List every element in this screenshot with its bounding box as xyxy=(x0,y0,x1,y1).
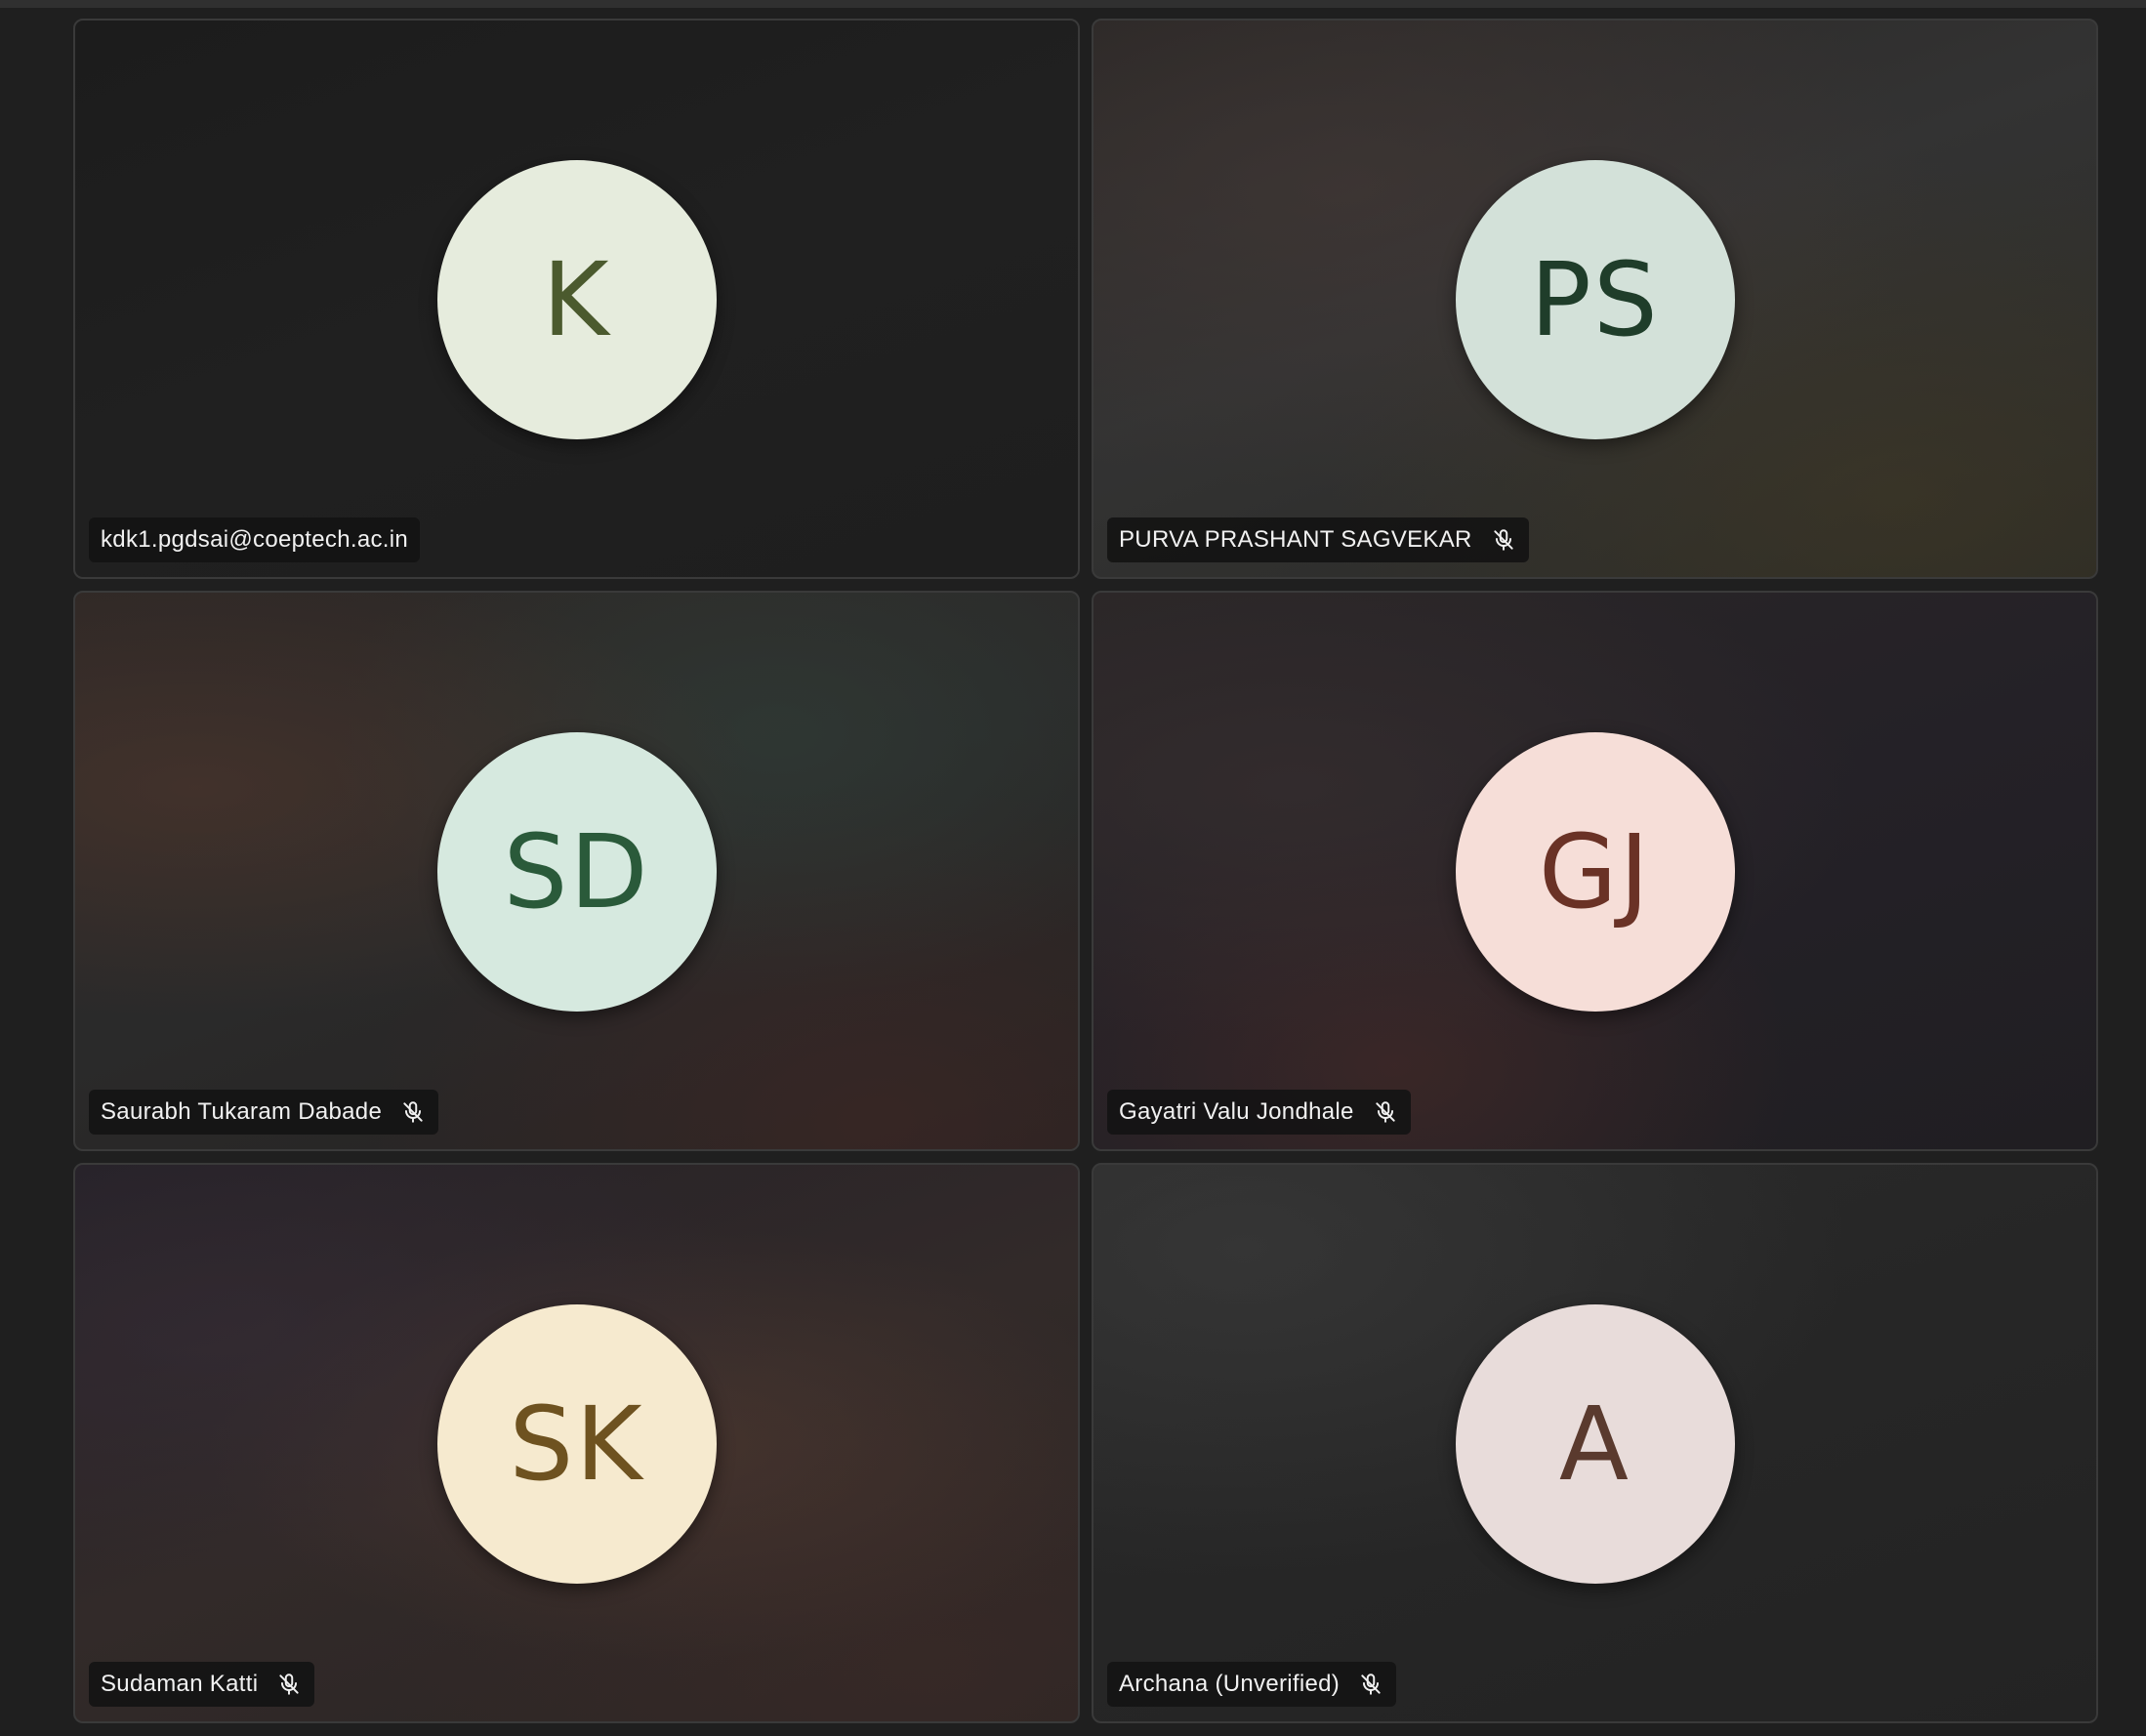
participant-nameplate: Gayatri Valu Jondhale xyxy=(1107,1090,1411,1135)
avatar: A xyxy=(1455,1304,1735,1584)
avatar-initials: GJ xyxy=(1538,812,1652,931)
participant-tile[interactable]: GJ Gayatri Valu Jondhale xyxy=(1092,591,2098,1151)
avatar: PS xyxy=(1455,160,1735,439)
participant-tile[interactable]: K kdk1.pgdsai@coeptech.ac.in xyxy=(73,19,1080,579)
participant-tile[interactable]: PS PURVA PRASHANT SAGVEKAR xyxy=(1092,19,2098,579)
participant-nameplate: Saurabh Tukaram Dabade xyxy=(89,1090,439,1135)
mic-off-icon xyxy=(1372,1098,1399,1126)
avatar-initials: PS xyxy=(1530,240,1660,359)
participant-name: kdk1.pgdsai@coeptech.ac.in xyxy=(101,526,409,553)
participant-tile[interactable]: A Archana (Unverified) xyxy=(1092,1163,2098,1723)
participant-name: Saurabh Tukaram Dabade xyxy=(101,1098,383,1125)
avatar: SK xyxy=(436,1304,717,1584)
mic-off-icon xyxy=(275,1671,303,1698)
avatar-initials: A xyxy=(1558,1385,1631,1504)
participant-tile[interactable]: SD Saurabh Tukaram Dabade xyxy=(73,591,1080,1151)
participant-grid: K kdk1.pgdsai@coeptech.ac.in PS PURVA PR… xyxy=(73,19,2098,1723)
mic-off-icon xyxy=(399,1098,427,1126)
avatar: SD xyxy=(436,732,717,1012)
participant-nameplate: PURVA PRASHANT SAGVEKAR xyxy=(1107,517,1529,562)
participant-nameplate: kdk1.pgdsai@coeptech.ac.in xyxy=(89,517,421,562)
avatar: GJ xyxy=(1455,732,1735,1012)
avatar-initials: SK xyxy=(509,1385,644,1504)
mic-off-icon xyxy=(1357,1671,1384,1698)
avatar-initials: SD xyxy=(503,812,650,931)
participant-nameplate: Archana (Unverified) xyxy=(1107,1662,1397,1707)
top-bar xyxy=(0,0,2146,8)
participant-name: Archana (Unverified) xyxy=(1119,1671,1341,1697)
participant-nameplate: Sudaman Katti xyxy=(89,1662,315,1707)
avatar: K xyxy=(436,160,717,439)
participant-name: PURVA PRASHANT SAGVEKAR xyxy=(1119,526,1472,553)
participant-name: Sudaman Katti xyxy=(101,1671,259,1697)
mic-off-icon xyxy=(1490,526,1517,554)
participant-tile[interactable]: SK Sudaman Katti xyxy=(73,1163,1080,1723)
avatar-initials: K xyxy=(542,240,611,359)
participant-name: Gayatri Valu Jondhale xyxy=(1119,1098,1354,1125)
